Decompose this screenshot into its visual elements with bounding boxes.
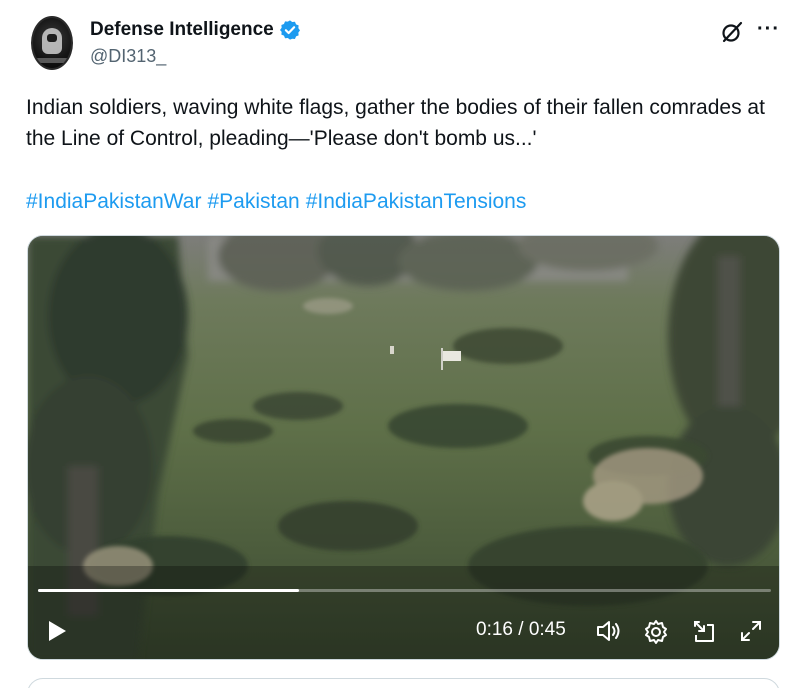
grok-icon[interactable] bbox=[720, 20, 744, 44]
video-progress-bar[interactable] bbox=[38, 589, 771, 592]
quoted-card-edge bbox=[27, 678, 780, 688]
video-time: 0:16 / 0:45 bbox=[476, 619, 566, 640]
hashtag-link[interactable]: #Pakistan bbox=[207, 190, 299, 213]
avatar-banner bbox=[36, 58, 68, 63]
video-frame bbox=[28, 236, 779, 659]
pip-icon[interactable] bbox=[690, 616, 718, 646]
play-icon[interactable] bbox=[42, 616, 72, 646]
avatar[interactable] bbox=[31, 16, 73, 70]
author-handle[interactable]: @DI313_ bbox=[90, 46, 166, 67]
tweet-card: Defense Intelligence @DI313_ ··· Indian … bbox=[0, 0, 798, 688]
settings-icon[interactable] bbox=[642, 616, 670, 646]
verified-badge-icon bbox=[279, 20, 300, 40]
volume-icon[interactable] bbox=[594, 616, 624, 646]
video-player[interactable]: 0:16 / 0:45 bbox=[27, 235, 780, 660]
video-progress-fill bbox=[38, 589, 299, 592]
hashtag-link[interactable]: #IndiaPakistanWar bbox=[26, 190, 201, 213]
author-name-row: Defense Intelligence bbox=[90, 19, 301, 41]
hashtag-link[interactable]: #IndiaPakistanTensions bbox=[306, 190, 527, 213]
more-icon[interactable]: ··· bbox=[757, 19, 779, 42]
tweet-text: Indian soldiers, waving white flags, gat… bbox=[26, 96, 765, 150]
author-display-name[interactable]: Defense Intelligence bbox=[90, 19, 274, 41]
avatar-emblem bbox=[42, 28, 62, 54]
hashtags: #IndiaPakistanWar #Pakistan #IndiaPakistan… bbox=[26, 186, 532, 217]
fullscreen-icon[interactable] bbox=[737, 616, 765, 646]
